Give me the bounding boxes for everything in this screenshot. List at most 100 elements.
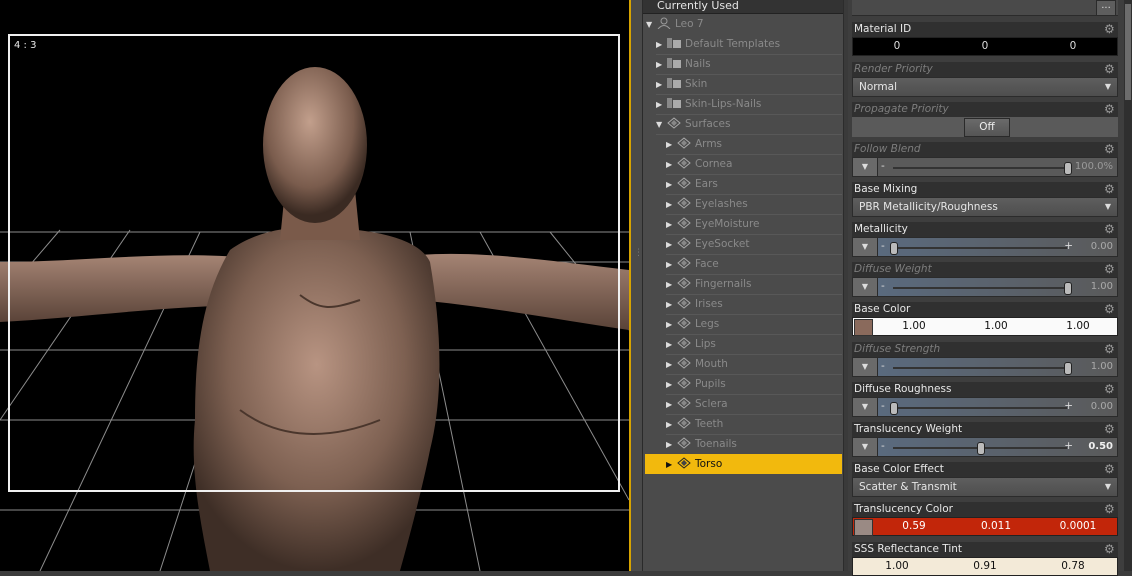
collapsed-arrow-icon[interactable]: ▶ (666, 355, 676, 375)
chevron-down-icon[interactable]: ▼ (853, 278, 878, 296)
pane-splitter[interactable]: ⋮ (631, 0, 643, 571)
collapsed-arrow-icon[interactable]: ▶ (656, 75, 666, 95)
chevron-down-icon[interactable]: ▼ (853, 358, 878, 376)
collapsed-arrow-icon[interactable]: ▶ (666, 275, 676, 295)
gear-icon[interactable]: ⚙ (1104, 423, 1116, 435)
chevron-down-icon[interactable]: ▼ (853, 238, 878, 256)
tree-item-surface[interactable]: ▶ Teeth (666, 414, 842, 435)
gear-icon[interactable]: ⚙ (1104, 343, 1116, 355)
chevron-down-icon[interactable]: ▼ (853, 158, 878, 176)
gear-icon[interactable]: ⚙ (1104, 263, 1116, 275)
material-id-values[interactable]: 000 (852, 37, 1118, 56)
scrollbar-thumb[interactable] (1125, 4, 1131, 100)
collapsed-arrow-icon[interactable]: ▶ (666, 255, 676, 275)
gear-icon[interactable]: ⚙ (1104, 63, 1116, 75)
prop-label: Diffuse Weight (852, 262, 1118, 277)
surface-icon (677, 237, 691, 249)
render-priority-dropdown[interactable]: Normal ▼ (852, 77, 1118, 97)
chevron-down-icon[interactable]: ▼ (853, 398, 878, 416)
collapsed-arrow-icon[interactable]: ▶ (656, 55, 666, 75)
sss-reflectance-tint-values[interactable]: 1.00 0.91 0.78 (852, 557, 1118, 576)
tree-item-surface[interactable]: ▶ EyeMoisture (666, 214, 842, 235)
gear-icon[interactable]: ⚙ (1104, 23, 1116, 35)
translucency-color-values[interactable]: 0.59 0.011 0.0001 (852, 517, 1118, 536)
collapsed-arrow-icon[interactable]: ▶ (666, 395, 676, 415)
follow-blend-slider[interactable]: ▼ -100.0% (852, 157, 1118, 177)
tree-item-surface-selected[interactable]: ▶ Torso (645, 454, 842, 474)
texture-swatch-icon[interactable] (854, 519, 873, 536)
collapsed-arrow-icon[interactable]: ▶ (656, 95, 666, 115)
diffuse-roughness-slider[interactable]: ▼ - +0.00 (852, 397, 1118, 417)
translucency-weight-slider[interactable]: ▼ - +0.50 (852, 437, 1118, 457)
tree-item-surface[interactable]: ▶ EyeSocket (666, 234, 842, 255)
collapsed-arrow-icon[interactable]: ▶ (666, 335, 676, 355)
tree-item-surface[interactable]: ▶ Sclera (666, 394, 842, 415)
slider-handle[interactable] (1064, 282, 1072, 295)
base-mixing-dropdown[interactable]: PBR Metallicity/Roughness ▼ (852, 197, 1118, 217)
prop-label: Follow Blend (852, 142, 1118, 157)
expand-arrow-icon[interactable]: ▼ (656, 115, 666, 135)
tree-item-surface[interactable]: ▶ Mouth (666, 354, 842, 375)
base-color-values[interactable]: 1.00 1.00 1.00 (852, 317, 1118, 336)
slider-handle[interactable] (977, 442, 985, 455)
slider-handle[interactable] (1064, 162, 1072, 175)
browse-button[interactable]: ... (1096, 0, 1116, 16)
expand-arrow-icon[interactable]: ▼ (646, 15, 656, 35)
collapsed-arrow-icon[interactable]: ▶ (666, 415, 676, 435)
tree-item-surface[interactable]: ▶ Legs (666, 314, 842, 335)
tree-item-surface[interactable]: ▶ Ears (666, 174, 842, 195)
metallicity-slider[interactable]: ▼ - +0.00 (852, 237, 1118, 257)
tree-item-group[interactable]: ▶ Skin (656, 74, 842, 95)
propagate-toggle-button[interactable]: Off (964, 118, 1010, 137)
prop-label: Base Color Effect (852, 462, 1118, 477)
tree-item-group[interactable]: ▶ Skin-Lips-Nails (656, 94, 842, 115)
collapsed-arrow-icon[interactable]: ▶ (666, 175, 676, 195)
tree-item-surface[interactable]: ▶ Fingernails (666, 274, 842, 295)
tree-item-group[interactable]: ▶ Nails (656, 54, 842, 75)
tree-item-surface[interactable]: ▶ Eyelashes (666, 194, 842, 215)
gear-icon[interactable]: ⚙ (1104, 143, 1116, 155)
tree-item-figure[interactable]: ▼ Leo 7 (646, 14, 704, 34)
group-folder-icon (667, 58, 681, 68)
gear-icon[interactable]: ⚙ (1104, 503, 1116, 515)
3d-viewport[interactable]: 4 : 3 (0, 0, 629, 571)
prop-diffuse-weight: Diffuse Weight ⚙ ▼ -1.00 (852, 262, 1118, 297)
slider-handle[interactable] (890, 402, 898, 415)
tree-item-surfaces[interactable]: ▼ Surfaces (656, 114, 842, 135)
tree-item-surface[interactable]: ▶ Face (666, 254, 842, 275)
diffuse-weight-slider[interactable]: ▼ -1.00 (852, 277, 1118, 297)
gear-icon[interactable]: ⚙ (1104, 543, 1116, 555)
slider-handle[interactable] (890, 242, 898, 255)
chevron-down-icon[interactable]: ▼ (853, 438, 878, 456)
selected-surface-row[interactable]: ▶ Torso (666, 454, 722, 474)
properties-scrollbar[interactable] (1124, 0, 1132, 571)
collapsed-arrow-icon[interactable]: ▶ (666, 455, 676, 475)
collapsed-arrow-icon[interactable]: ▶ (666, 375, 676, 395)
collapsed-arrow-icon[interactable]: ▶ (666, 295, 676, 315)
collapsed-arrow-icon[interactable]: ▶ (666, 435, 676, 455)
gear-icon[interactable]: ⚙ (1104, 383, 1116, 395)
collapsed-arrow-icon[interactable]: ▶ (666, 215, 676, 235)
tree-item-surface[interactable]: ▶ Lips (666, 334, 842, 355)
collapsed-arrow-icon[interactable]: ▶ (656, 35, 666, 55)
tree-item-surface[interactable]: ▶ Toenails (666, 434, 842, 455)
tree-item-group[interactable]: ▶ Default Templates (656, 34, 842, 55)
tree-item-surface[interactable]: ▶ Cornea (666, 154, 842, 175)
gear-icon[interactable]: ⚙ (1104, 223, 1116, 235)
collapsed-arrow-icon[interactable]: ▶ (666, 195, 676, 215)
collapsed-arrow-icon[interactable]: ▶ (666, 155, 676, 175)
collapsed-arrow-icon[interactable]: ▶ (666, 135, 676, 155)
gear-icon[interactable]: ⚙ (1104, 463, 1116, 475)
gear-icon[interactable]: ⚙ (1104, 303, 1116, 315)
tree-item-surface[interactable]: ▶ Arms (666, 134, 842, 155)
base-color-effect-dropdown[interactable]: Scatter & Transmit ▼ (852, 477, 1118, 497)
tree-item-surface[interactable]: ▶ Irises (666, 294, 842, 315)
collapsed-arrow-icon[interactable]: ▶ (666, 315, 676, 335)
diffuse-strength-slider[interactable]: ▼ -1.00 (852, 357, 1118, 377)
texture-swatch-icon[interactable] (854, 319, 873, 336)
collapsed-arrow-icon[interactable]: ▶ (666, 235, 676, 255)
slider-handle[interactable] (1064, 362, 1072, 375)
tree-item-surface[interactable]: ▶ Pupils (666, 374, 842, 395)
gear-icon[interactable]: ⚙ (1104, 103, 1116, 115)
gear-icon[interactable]: ⚙ (1104, 183, 1116, 195)
